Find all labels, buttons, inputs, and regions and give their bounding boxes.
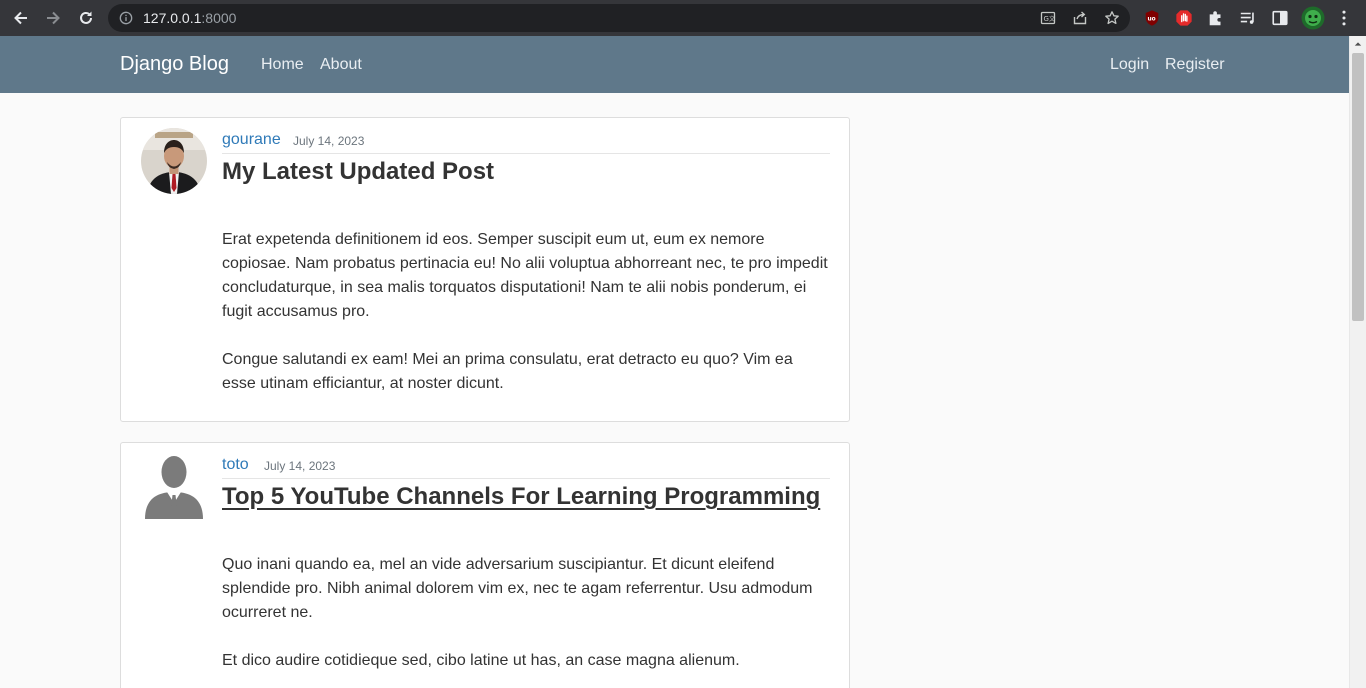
info-icon[interactable] bbox=[118, 10, 134, 26]
profile-avatar-icon[interactable] bbox=[1301, 6, 1325, 30]
svg-text:文: 文 bbox=[1049, 15, 1055, 23]
page-scrollbar[interactable] bbox=[1349, 36, 1366, 688]
reload-button[interactable] bbox=[74, 6, 98, 30]
default-user-icon bbox=[141, 453, 207, 519]
svg-text:uo: uo bbox=[1148, 17, 1156, 23]
url-port: :8000 bbox=[201, 10, 237, 26]
post-paragraph: Congue salutandi ex eam! Mei an prima co… bbox=[222, 351, 793, 392]
site-navbar: Django Blog Home About Login Register bbox=[0, 36, 1349, 93]
scrollbar-thumb[interactable] bbox=[1352, 53, 1364, 321]
post-content: Erat expetenda definitionem id eos. Semp… bbox=[222, 228, 830, 420]
post-paragraph: Et dico audire cotidieque sed, cibo lati… bbox=[222, 652, 740, 669]
url-host: 127.0.0.1 bbox=[143, 10, 202, 26]
author-photo bbox=[141, 128, 207, 194]
post-date: July 14, 2023 bbox=[293, 134, 365, 148]
post-card: toto July 14, 2023 Top 5 YouTube Channel… bbox=[120, 442, 850, 688]
author-avatar[interactable] bbox=[141, 128, 207, 194]
post-paragraph: Quo inani quando ea, mel an vide adversa… bbox=[222, 556, 813, 621]
reading-list-icon[interactable] bbox=[1238, 8, 1258, 28]
puzzle-icon[interactable] bbox=[1206, 8, 1226, 28]
post-author-link[interactable]: toto bbox=[222, 456, 249, 474]
url-text: 127.0.0.1:8000 bbox=[143, 10, 236, 26]
nav-home-link[interactable]: Home bbox=[261, 56, 304, 74]
share-icon[interactable] bbox=[1072, 10, 1088, 26]
back-button[interactable] bbox=[9, 6, 33, 30]
arrow-right-icon bbox=[47, 11, 60, 25]
post-paragraph: Erat expetenda definitionem id eos. Semp… bbox=[222, 231, 828, 320]
star-icon[interactable] bbox=[1104, 10, 1120, 26]
forward-button[interactable] bbox=[41, 6, 65, 30]
arrow-left-icon bbox=[14, 11, 27, 25]
post-title: My Latest Updated Post bbox=[222, 158, 495, 185]
address-bar[interactable]: 127.0.0.1:8000 G文 bbox=[108, 4, 1130, 32]
browser-toolbar: 127.0.0.1:8000 G文 uo bbox=[0, 0, 1366, 36]
post-author-link[interactable]: gourane bbox=[222, 131, 281, 149]
brand-link[interactable]: Django Blog bbox=[120, 53, 229, 76]
post-meta: gourane July 14, 2023 bbox=[222, 128, 830, 154]
post-card: gourane July 14, 2023 My Latest Updated … bbox=[120, 117, 850, 422]
post-title-link[interactable]: Top 5 YouTube Channels For Learning Prog… bbox=[222, 483, 820, 511]
nav-about-link[interactable]: About bbox=[320, 56, 362, 74]
hand-stop-icon[interactable] bbox=[1174, 8, 1194, 28]
author-avatar[interactable] bbox=[141, 453, 207, 519]
side-panel-icon[interactable] bbox=[1270, 8, 1290, 28]
nav-login-link[interactable]: Login bbox=[1110, 56, 1149, 74]
ublock-icon[interactable]: uo bbox=[1142, 8, 1162, 28]
reload-icon bbox=[80, 11, 92, 24]
translate-icon[interactable]: G文 bbox=[1040, 10, 1056, 26]
post-content: Quo inani quando ea, mel an vide adversa… bbox=[222, 553, 830, 688]
scroll-up-icon[interactable] bbox=[1350, 36, 1366, 52]
nav-register-link[interactable]: Register bbox=[1165, 56, 1225, 74]
post-date: July 14, 2023 bbox=[264, 459, 336, 473]
kebab-menu-icon[interactable] bbox=[1334, 8, 1354, 28]
post-meta: toto July 14, 2023 bbox=[222, 453, 830, 479]
